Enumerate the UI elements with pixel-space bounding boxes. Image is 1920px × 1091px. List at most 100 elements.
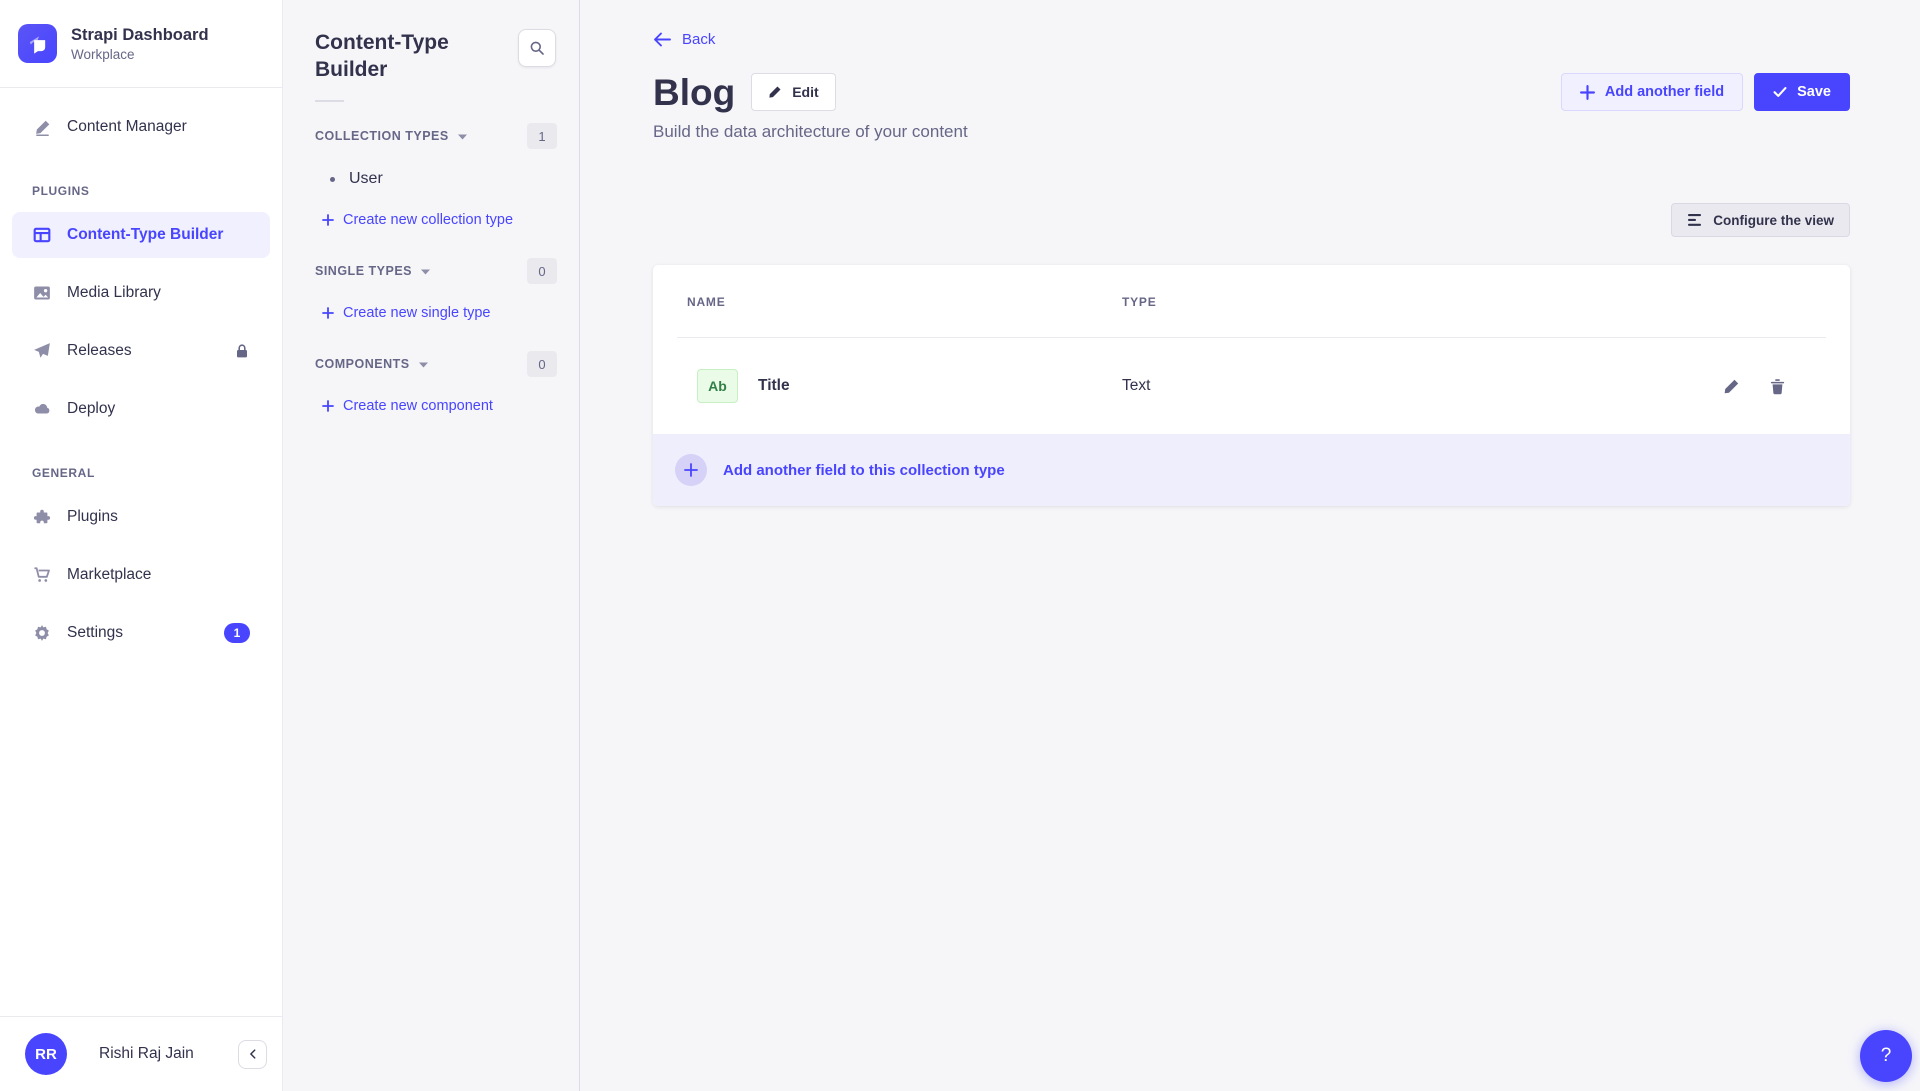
- field-row-title[interactable]: Ab Title Text: [653, 338, 1850, 434]
- group-label-text: COLLECTION TYPES: [315, 129, 449, 143]
- nav-user-footer: RR Rishi Raj Jain: [0, 1016, 282, 1091]
- plus-icon: [322, 214, 334, 226]
- plugins-puzzle-icon: [32, 507, 52, 527]
- create-component-link[interactable]: Create new component: [283, 385, 579, 427]
- trash-icon: [1769, 378, 1786, 395]
- collapse-sidebar-button[interactable]: [238, 1040, 267, 1069]
- chevron-down-icon: [421, 269, 430, 275]
- back-label: Back: [682, 31, 715, 48]
- page-subtitle: Build the data architecture of your cont…: [653, 122, 1850, 142]
- page-header-left: Blog Edit: [653, 73, 836, 111]
- components-count: 0: [527, 351, 557, 377]
- edit-field-button[interactable]: [1723, 378, 1740, 395]
- nav-item-label: Marketplace: [67, 566, 151, 584]
- filter-lines-icon: [1687, 213, 1703, 227]
- workspace-title: Strapi Dashboard: [71, 25, 209, 46]
- pencil-icon: [768, 85, 782, 99]
- group-collection-types: COLLECTION TYPES 1: [283, 106, 579, 157]
- plus-icon: [322, 400, 334, 412]
- fields-table-card: NAME TYPE Ab Title Text: [653, 265, 1850, 506]
- strapi-logo-glyph: [26, 32, 49, 55]
- back-link[interactable]: Back: [653, 31, 715, 48]
- nav-item-label: Releases: [67, 342, 132, 360]
- edit-button[interactable]: Edit: [751, 73, 835, 111]
- page-header: Blog Edit Add another field Save: [653, 73, 1850, 111]
- add-field-button-label: Add another field: [1605, 84, 1724, 100]
- edit-button-label: Edit: [792, 84, 818, 100]
- collection-types-count: 1: [527, 123, 557, 149]
- field-type: Text: [1122, 377, 1723, 395]
- subnav-divider: [315, 100, 344, 102]
- delete-field-button[interactable]: [1769, 378, 1786, 395]
- group-label-text: SINGLE TYPES: [315, 264, 412, 278]
- settings-notification-badge: 1: [224, 623, 250, 643]
- fields-table-header: NAME TYPE: [653, 265, 1850, 337]
- nav-item-content-type-builder[interactable]: Content-Type Builder: [12, 212, 270, 258]
- text-field-type-badge: Ab: [697, 369, 738, 403]
- nav-item-label: Settings: [67, 624, 123, 642]
- nav-body: Content Manager PLUGINS Content-Type Bui…: [0, 88, 282, 1016]
- nav-section-general: GENERAL: [12, 444, 270, 494]
- pencil-icon: [1723, 378, 1740, 395]
- nav-item-label: Deploy: [67, 400, 115, 418]
- column-header-name: NAME: [687, 295, 1122, 309]
- plus-icon: [1580, 85, 1595, 100]
- bullet-icon: [330, 177, 335, 182]
- nav-item-plugins[interactable]: Plugins: [12, 494, 270, 540]
- create-single-type-link[interactable]: Create new single type: [283, 292, 579, 334]
- workspace-subtitle: Workplace: [71, 47, 209, 62]
- add-another-field-button[interactable]: Add another field: [1561, 73, 1743, 111]
- create-collection-type-link[interactable]: Create new collection type: [283, 199, 579, 241]
- field-name-cell: Ab Title: [697, 369, 1122, 403]
- subnav-title: Content-Type Builder: [315, 29, 475, 83]
- nav-item-releases[interactable]: Releases: [12, 328, 270, 374]
- plus-icon: [684, 463, 698, 477]
- search-button[interactable]: [518, 29, 556, 67]
- group-label-text: COMPONENTS: [315, 357, 410, 371]
- nav-item-deploy[interactable]: Deploy: [12, 386, 270, 432]
- group-single-types-toggle[interactable]: SINGLE TYPES: [315, 264, 430, 278]
- lock-icon: [234, 343, 250, 359]
- group-components-toggle[interactable]: COMPONENTS: [315, 357, 428, 371]
- check-icon: [1773, 86, 1787, 98]
- subnav-header: Content-Type Builder: [283, 29, 579, 83]
- nav-item-content-manager[interactable]: Content Manager: [12, 104, 270, 150]
- field-name: Title: [758, 377, 790, 395]
- content-manager-pen-icon: [32, 117, 52, 137]
- column-header-type: TYPE: [1122, 295, 1826, 309]
- releases-paper-plane-icon: [32, 341, 52, 361]
- save-button-label: Save: [1797, 84, 1831, 100]
- strapi-app: Strapi Dashboard Workplace Content Manag…: [0, 0, 1920, 1091]
- nav-section-plugins: PLUGINS: [12, 162, 270, 212]
- plus-icon: [322, 307, 334, 319]
- page-header-actions: Add another field Save: [1561, 73, 1850, 111]
- create-link-label: Create new single type: [343, 305, 491, 321]
- nav-item-label: Content Manager: [67, 118, 187, 136]
- chevron-down-icon: [419, 362, 428, 368]
- page-title: Blog: [653, 74, 735, 111]
- collection-type-user[interactable]: User: [283, 159, 579, 199]
- field-row-actions: [1723, 378, 1786, 395]
- chevron-left-icon: [247, 1048, 259, 1060]
- save-button[interactable]: Save: [1754, 73, 1850, 111]
- brand-text: Strapi Dashboard Workplace: [71, 25, 209, 61]
- avatar[interactable]: RR: [25, 1033, 67, 1075]
- nav-item-media-library[interactable]: Media Library: [12, 270, 270, 316]
- workspace-switcher[interactable]: Strapi Dashboard Workplace: [0, 0, 282, 88]
- main-content: Back Blog Edit Add another field Save: [580, 0, 1920, 1091]
- group-collection-types-toggle[interactable]: COLLECTION TYPES: [315, 129, 467, 143]
- configure-view-label: Configure the view: [1713, 213, 1834, 228]
- add-field-to-collection-row[interactable]: Add another field to this collection typ…: [653, 434, 1850, 506]
- media-library-image-icon: [32, 283, 52, 303]
- nav-item-label: Content-Type Builder: [67, 226, 223, 244]
- nav-item-marketplace[interactable]: Marketplace: [12, 552, 270, 598]
- help-button[interactable]: ?: [1860, 1030, 1912, 1082]
- main-nav: Strapi Dashboard Workplace Content Manag…: [0, 0, 283, 1091]
- nav-item-settings[interactable]: Settings 1: [12, 610, 270, 656]
- add-field-row-label: Add another field to this collection typ…: [723, 462, 1005, 479]
- create-link-label: Create new component: [343, 398, 493, 414]
- marketplace-cart-icon: [32, 565, 52, 585]
- configure-view-button[interactable]: Configure the view: [1671, 203, 1850, 237]
- create-link-label: Create new collection type: [343, 212, 513, 228]
- nav-item-label: Media Library: [67, 284, 161, 302]
